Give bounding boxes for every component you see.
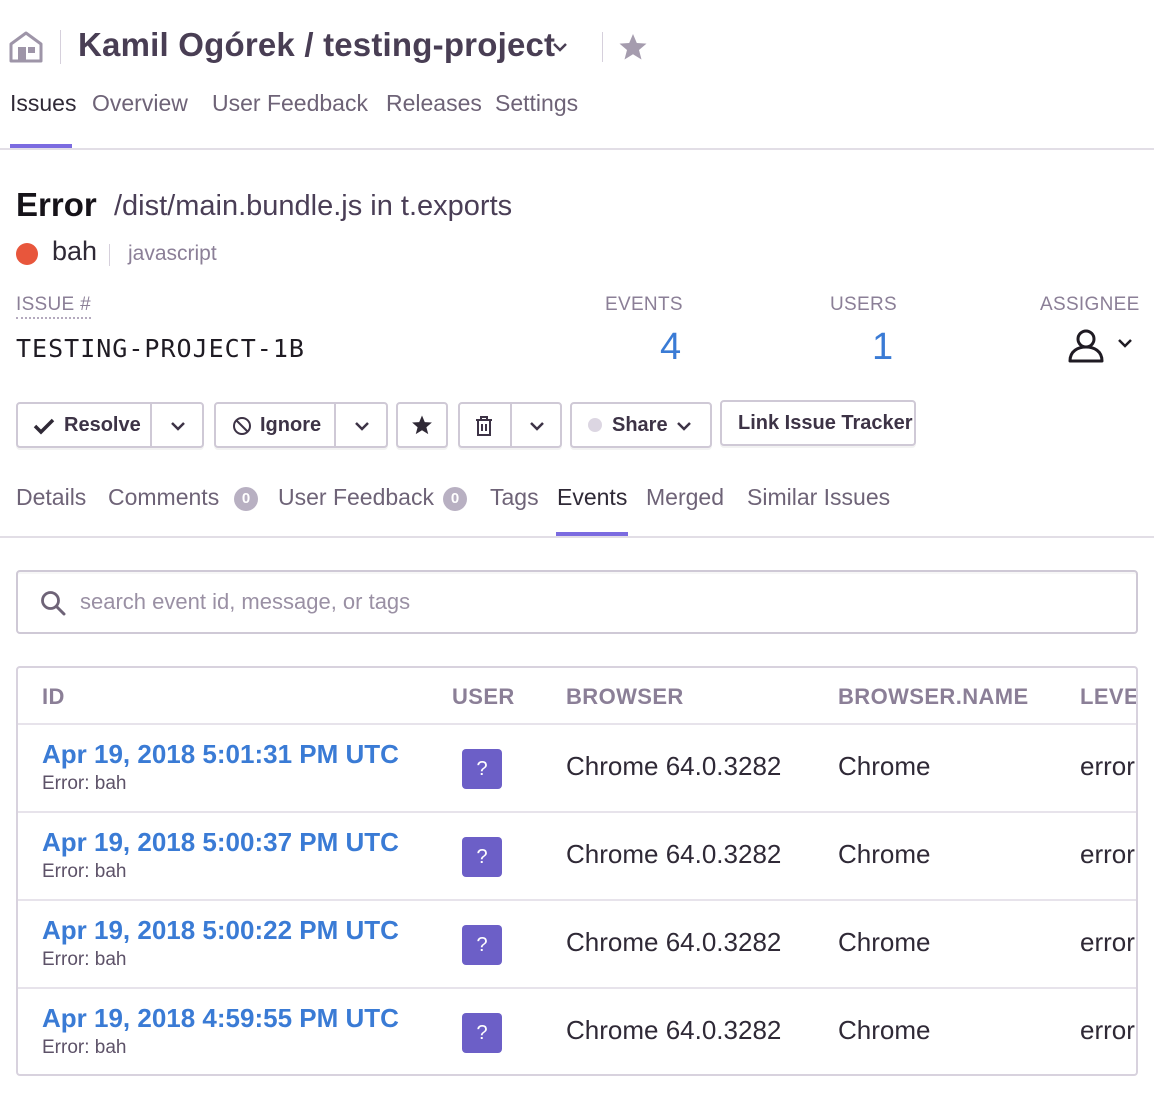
delete-button-group <box>458 402 562 448</box>
level-cell: error <box>1080 751 1135 781</box>
column-header-browser: BROWSER <box>566 684 684 709</box>
tab-similar-issues[interactable]: Similar Issues <box>747 484 890 511</box>
tab-comments[interactable]: Comments <box>108 484 219 511</box>
tab-merged[interactable]: Merged <box>646 484 724 511</box>
ban-icon <box>233 417 251 435</box>
share-button[interactable]: Share <box>570 402 712 448</box>
search-input[interactable] <box>80 586 1120 618</box>
browser-cell: Chrome 64.0.3282 <box>566 927 782 957</box>
table-row: Apr 19, 2018 4:59:55 PM UTC Error: bah ?… <box>18 987 1136 1074</box>
chevron-down-icon[interactable] <box>1117 337 1133 349</box>
issue-culprit: /dist/main.bundle.js in t.exports <box>114 190 513 222</box>
level-cell: error <box>1080 1015 1135 1045</box>
column-header-user: USER <box>452 684 515 709</box>
search-icon <box>41 591 66 616</box>
avatar[interactable]: ? <box>462 925 502 965</box>
tab-events[interactable]: Events <box>557 484 627 511</box>
events-label: EVENTS <box>605 294 683 315</box>
event-message: Error: bah <box>42 861 127 882</box>
event-message: Error: bah <box>42 1037 127 1058</box>
user-icon[interactable] <box>1066 328 1106 364</box>
chevron-down-icon[interactable] <box>529 420 545 432</box>
chevron-down-icon[interactable] <box>354 420 370 432</box>
browser-name-cell: Chrome <box>838 839 931 869</box>
users-count[interactable]: 1 <box>872 326 893 369</box>
error-level-indicator <box>16 243 38 265</box>
column-header-id: ID <box>42 684 65 709</box>
event-link[interactable]: Apr 19, 2018 5:00:22 PM UTC <box>42 915 399 946</box>
trash-icon[interactable] <box>474 415 494 437</box>
issue-type: Error <box>16 186 97 223</box>
event-link[interactable]: Apr 19, 2018 5:00:37 PM UTC <box>42 827 399 858</box>
event-message: Error: bah <box>42 773 127 794</box>
tab-user-feedback[interactable]: User Feedback <box>278 484 434 511</box>
tab-tags[interactable]: Tags <box>490 484 539 511</box>
comments-count-badge: 0 <box>234 487 258 511</box>
table-row: Apr 19, 2018 5:00:22 PM UTC Error: bah ?… <box>18 899 1136 987</box>
star-icon[interactable] <box>618 32 648 62</box>
assignee-label: ASSIGNEE <box>1040 294 1140 315</box>
issue-events-page: Kamil Ogórek / testing-project Issues Ov… <box>0 0 1154 1098</box>
tab-details[interactable]: Details <box>16 484 86 511</box>
users-label: USERS <box>830 294 897 315</box>
avatar[interactable]: ? <box>462 837 502 877</box>
resolve-button-group: Resolve <box>16 402 204 448</box>
column-header-browser-name: BROWSER.NAME <box>838 684 1029 709</box>
table-row: Apr 19, 2018 5:00:37 PM UTC Error: bah ?… <box>18 811 1136 899</box>
table-row: Apr 19, 2018 5:01:31 PM UTC Error: bah ?… <box>18 723 1136 811</box>
issue-number-label: ISSUE # <box>16 294 91 319</box>
level-cell: error <box>1080 839 1135 869</box>
bookmark-button[interactable] <box>396 402 448 448</box>
event-message: Error: bah <box>42 949 127 970</box>
link-issue-tracker-label: Link Issue Tracker <box>738 412 913 434</box>
browser-cell: Chrome 64.0.3282 <box>566 1015 782 1045</box>
share-label: Share <box>612 414 668 436</box>
link-issue-tracker-button[interactable]: Link Issue Tracker <box>720 400 916 446</box>
header-divider <box>60 30 61 64</box>
issue-short-id: TESTING-PROJECT-1B <box>16 334 305 363</box>
chevron-down-icon <box>677 422 691 431</box>
avatar[interactable]: ? <box>462 1013 502 1053</box>
nav-issues[interactable]: Issues <box>10 90 76 117</box>
resolve-button[interactable]: Resolve <box>64 414 141 437</box>
level-cell: error <box>1080 927 1135 957</box>
browser-name-cell: Chrome <box>838 1015 931 1045</box>
tabs-divider <box>0 536 1154 538</box>
button-divider <box>334 404 336 446</box>
check-icon <box>33 418 55 435</box>
button-divider <box>510 404 512 446</box>
circle-icon <box>588 418 602 432</box>
nav-user-feedback[interactable]: User Feedback <box>212 90 368 117</box>
message-divider <box>109 244 110 266</box>
browser-cell: Chrome 64.0.3282 <box>566 839 782 869</box>
chevron-down-icon[interactable] <box>552 40 568 54</box>
browser-name-cell: Chrome <box>838 751 931 781</box>
ignore-button-group: Ignore <box>214 402 388 448</box>
button-divider <box>150 404 152 446</box>
user-feedback-count-badge: 0 <box>443 487 467 511</box>
nav-overview[interactable]: Overview <box>92 90 188 117</box>
events-count[interactable]: 4 <box>660 326 681 369</box>
nav-settings[interactable]: Settings <box>495 90 578 117</box>
avatar[interactable]: ? <box>462 749 502 789</box>
project-title[interactable]: Kamil Ogórek / testing-project <box>78 26 555 64</box>
project-header: Kamil Ogórek / testing-project <box>0 18 1154 78</box>
events-table: ID USER BROWSER BROWSER.NAME LEVE Apr 19… <box>16 666 1138 1076</box>
platform-label: javascript <box>128 242 217 265</box>
nav-releases[interactable]: Releases <box>386 90 482 117</box>
event-link[interactable]: Apr 19, 2018 5:01:31 PM UTC <box>42 739 399 770</box>
nav-divider <box>0 148 1154 150</box>
column-header-level: LEVE <box>1080 684 1138 709</box>
issue-message: bah <box>52 236 98 266</box>
chevron-down-icon[interactable] <box>170 420 186 432</box>
home-icon[interactable] <box>8 30 44 64</box>
browser-name-cell: Chrome <box>838 927 931 957</box>
project-nav: Issues Overview User Feedback Releases S… <box>0 84 1154 150</box>
ignore-button[interactable]: Ignore <box>260 414 321 437</box>
browser-cell: Chrome 64.0.3282 <box>566 751 782 781</box>
event-search-box <box>16 570 1138 634</box>
event-link[interactable]: Apr 19, 2018 4:59:55 PM UTC <box>42 1003 399 1034</box>
header-divider <box>602 32 603 62</box>
star-icon <box>412 415 432 435</box>
